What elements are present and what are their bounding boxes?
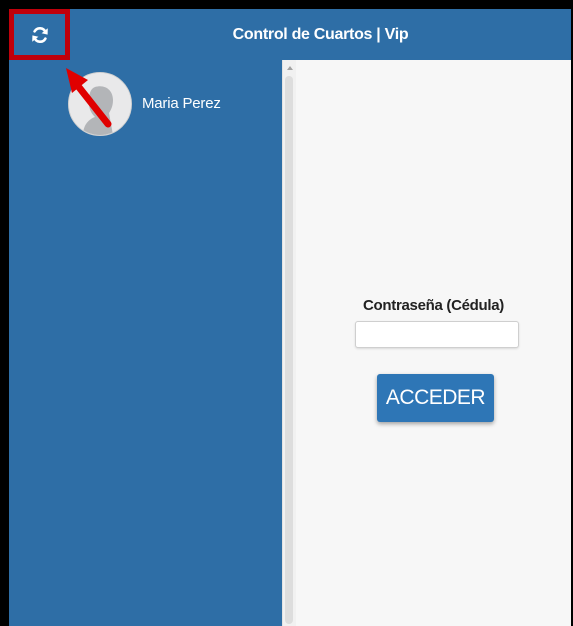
sidebar: Maria Perez [9,60,282,626]
user-profile[interactable]: Maria Perez [68,71,221,137]
scroll-thumb[interactable] [285,76,293,624]
refresh-button[interactable] [9,9,70,60]
scroll-up-arrow-icon[interactable] [283,64,296,72]
app-window: Control de Cuartos | Vip Maria Perez Con… [0,0,573,626]
login-panel: Contraseña (Cédula) ACCEDER [296,60,571,626]
top-header: Control de Cuartos | Vip [9,9,571,60]
user-name: Maria Perez [142,94,221,112]
user-avatar-icon [69,73,131,135]
access-button[interactable]: ACCEDER [377,374,494,422]
password-label: Contraseña (Cédula) [363,297,504,314]
avatar [68,72,132,136]
sidebar-scrollbar[interactable] [282,60,296,626]
password-input[interactable] [355,321,519,348]
page-title: Control de Cuartos | Vip [232,26,409,43]
refresh-icon [31,26,48,43]
